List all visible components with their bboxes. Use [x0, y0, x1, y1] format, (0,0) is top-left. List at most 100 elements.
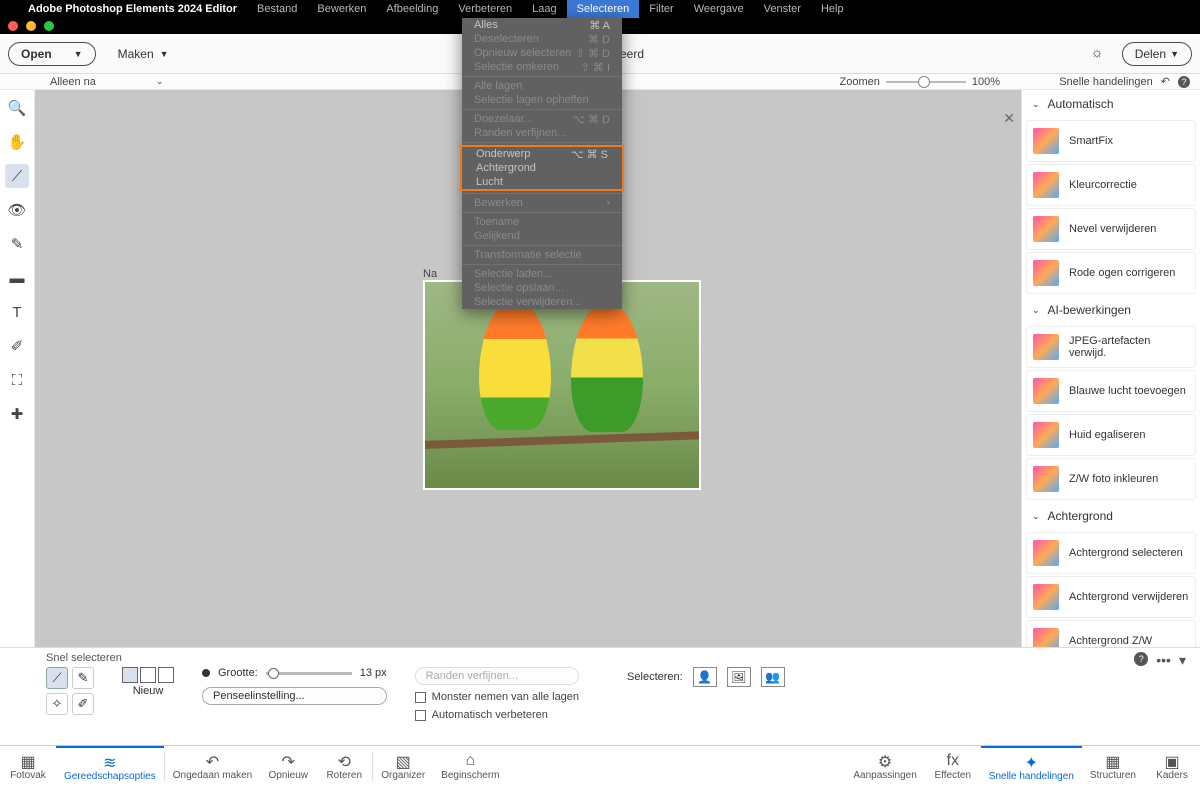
new-label: Nieuw — [133, 685, 164, 697]
brush-settings-button[interactable]: Penseelinstelling... — [202, 687, 387, 705]
close-window-button[interactable] — [8, 21, 18, 31]
quick-action-item[interactable]: Kleurcorrectie — [1026, 164, 1196, 206]
menu-separator — [462, 76, 622, 77]
hand-tool-icon[interactable]: ✋ — [5, 130, 29, 154]
move-tool-icon[interactable]: ✚ — [5, 402, 29, 426]
zoom-tool-icon[interactable]: 🔍 — [5, 96, 29, 120]
quick-action-item[interactable]: Blauwe lucht toevoegen — [1026, 370, 1196, 412]
selection-brush-icon[interactable]: ✎ — [72, 667, 94, 689]
open-label: Open — [21, 47, 52, 61]
type-tool-icon[interactable]: T — [5, 300, 29, 324]
footer-item[interactable]: ▦Fotovak — [0, 746, 56, 787]
view-selector[interactable]: Alleen na⌄ — [50, 76, 163, 88]
footer-item[interactable]: ↷Opnieuw — [260, 746, 316, 787]
selecteren-dropdown: Alles⌘ ADeselecteren⌘ DOpnieuw selectere… — [462, 18, 622, 309]
quick-action-item[interactable]: SmartFix — [1026, 120, 1196, 162]
menu-selecteren[interactable]: Selecteren — [567, 0, 640, 18]
footer-item[interactable]: ▧Organizer — [373, 746, 433, 787]
left-toolbox: 🔍 ✋ ⟋ 👁 ✎ ▬ T ✐ ⛶ ✚ — [0, 90, 35, 647]
magic-wand-icon[interactable]: ✧ — [46, 693, 68, 715]
quick-action-item[interactable]: Huid egaliseren — [1026, 414, 1196, 456]
action-thumb-icon — [1033, 260, 1059, 286]
quick-action-item[interactable]: Achtergrond verwijderen — [1026, 576, 1196, 618]
brush-tool-icon[interactable]: ✎ — [5, 232, 29, 256]
footer-item[interactable]: ≋Gereedschapsopties — [56, 746, 164, 787]
quick-select-mode-icon[interactable]: ⟋ — [46, 667, 68, 689]
select-landscape-icon[interactable]: 🖼 — [727, 667, 751, 687]
open-button[interactable]: Open▼ — [8, 42, 96, 66]
footer-icon: ▦ — [20, 752, 35, 770]
bottom-bar: ▦Fotovak≋Gereedschapsopties↶Ongedaan mak… — [0, 745, 1200, 787]
sample-all-layers-checkbox[interactable]: Monster nemen van alle lagen — [415, 691, 579, 703]
eye-tool-icon[interactable]: 👁 — [5, 198, 29, 222]
help-icon[interactable]: ? — [1134, 652, 1148, 666]
chevron-down-icon: ▼ — [1170, 49, 1179, 59]
maximize-window-button[interactable] — [44, 21, 54, 31]
quick-action-item[interactable]: Nevel verwijderen — [1026, 208, 1196, 250]
select-subject-icon[interactable]: 👤 — [693, 667, 717, 687]
theme-toggle-icon[interactable] — [1090, 46, 1106, 62]
gradient-tool-icon[interactable]: ▬ — [5, 266, 29, 290]
size-slider[interactable] — [266, 672, 352, 675]
add-selection-icon[interactable] — [140, 667, 156, 683]
section-header[interactable]: ⌄Achtergrond — [1022, 502, 1200, 530]
branch-shape — [423, 431, 701, 449]
close-panel-icon[interactable]: ✕ — [1003, 110, 1015, 127]
quick-action-item[interactable]: JPEG-artefacten verwijd. — [1026, 326, 1196, 368]
make-button[interactable]: Maken▼ — [118, 47, 169, 61]
crop-tool-icon[interactable]: ⛶ — [5, 368, 29, 392]
new-selection-icon[interactable] — [122, 667, 138, 683]
auto-enhance-checkbox[interactable]: Automatisch verbeteren — [415, 709, 579, 721]
menu-help[interactable]: Help — [811, 0, 854, 18]
menu-item[interactable]: Onderwerp⌥ ⌘ S — [462, 147, 622, 161]
help-icon[interactable]: ? — [1178, 76, 1190, 88]
menu-item[interactable]: Achtergrond — [462, 161, 622, 175]
eyedropper-tool-icon[interactable]: ✐ — [5, 334, 29, 358]
subtract-selection-icon[interactable] — [158, 667, 174, 683]
right-panel: ⌄AutomatischSmartFixKleurcorrectieNevel … — [1021, 90, 1200, 647]
chevron-down-icon: ⌄ — [156, 76, 164, 87]
more-icon[interactable]: ••• — [1156, 652, 1171, 669]
quick-select-tool-icon[interactable]: ⟋ — [5, 164, 29, 188]
menu-bewerken[interactable]: Bewerken — [307, 0, 376, 18]
footer-item[interactable]: fxEffecten — [925, 746, 981, 787]
quick-action-item[interactable]: Achtergrond Z/W — [1026, 620, 1196, 647]
minimize-window-button[interactable] — [26, 21, 36, 31]
footer-item[interactable]: ⚙Aanpassingen — [845, 746, 924, 787]
collapse-icon[interactable]: ▾ — [1179, 652, 1186, 669]
size-value: 13 px — [360, 667, 387, 679]
footer-icon: ⟲ — [338, 752, 351, 770]
section-header[interactable]: ⌄AI-bewerkingen — [1022, 296, 1200, 324]
menu-item: Bewerken› — [462, 196, 622, 210]
undo-icon[interactable]: ↶ — [1161, 75, 1170, 88]
footer-item[interactable]: ⌂Beginscherm — [433, 746, 507, 787]
menu-item[interactable]: Lucht — [462, 175, 622, 189]
footer-item[interactable]: ↶Ongedaan maken — [165, 746, 261, 787]
app-title: Adobe Photoshop Elements 2024 Editor — [8, 0, 247, 18]
quick-action-item[interactable]: Z/W foto inkleuren — [1026, 458, 1196, 500]
menu-weergave[interactable]: Weergave — [684, 0, 754, 18]
menu-item[interactable]: Alles⌘ A — [462, 18, 622, 32]
footer-item[interactable]: ▣Kaders — [1144, 746, 1200, 787]
menu-filter[interactable]: Filter — [639, 0, 683, 18]
menu-verbeteren[interactable]: Verbeteren — [448, 0, 522, 18]
quick-action-item[interactable]: Achtergrond selecteren — [1026, 532, 1196, 574]
footer-item[interactable]: ✦Snelle handelingen — [981, 746, 1082, 787]
footer-label: Aanpassingen — [853, 770, 916, 781]
zoom-slider[interactable] — [886, 81, 966, 83]
footer-item[interactable]: ⟲Roteren — [316, 746, 372, 787]
menu-bestand[interactable]: Bestand — [247, 0, 307, 18]
footer-item[interactable]: ▦Structuren — [1082, 746, 1144, 787]
action-label: Z/W foto inkleuren — [1069, 473, 1158, 485]
select-people-icon[interactable]: 👥 — [761, 667, 785, 687]
refine-brush-icon[interactable]: ✐ — [72, 693, 94, 715]
canvas-image[interactable] — [423, 280, 701, 490]
share-button[interactable]: Delen▼ — [1122, 42, 1192, 66]
section-header[interactable]: ⌄Automatisch — [1022, 90, 1200, 118]
quick-action-item[interactable]: Rode ogen corrigeren — [1026, 252, 1196, 294]
menu-afbeelding[interactable]: Afbeelding — [376, 0, 448, 18]
menu-laag[interactable]: Laag — [522, 0, 566, 18]
refine-edges-button[interactable]: Randen verfijnen... — [415, 667, 579, 685]
make-label: Maken — [118, 47, 154, 61]
menu-venster[interactable]: Venster — [754, 0, 811, 18]
